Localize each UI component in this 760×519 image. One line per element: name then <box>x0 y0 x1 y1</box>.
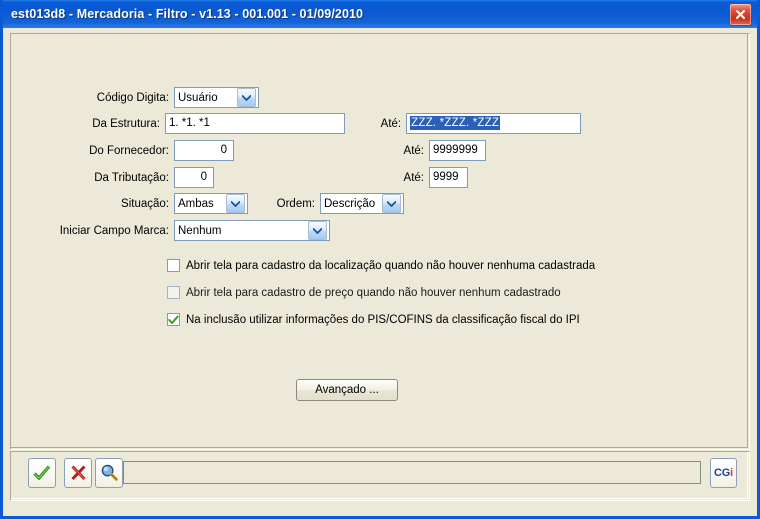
title-bar: est013d8 - Mercadoria - Filtro - v1.13 -… <box>3 0 757 28</box>
label-fornecedor-ate: Até: <box>403 144 424 157</box>
label-tributacao-ate: Até: <box>403 171 424 184</box>
status-field[interactable] <box>123 461 701 484</box>
checkbox-pis-cofins-label: Na inclusão utilizar informações do PIS/… <box>186 313 580 326</box>
label-situacao: Situação: <box>121 197 169 210</box>
chevron-down-icon <box>237 88 256 107</box>
close-button[interactable] <box>729 2 752 26</box>
select-ordem-value: Descrição <box>324 197 376 210</box>
close-icon <box>735 9 746 19</box>
label-do-fornecedor: Do Fornecedor: <box>89 144 169 157</box>
row-iniciar-campo-marca: Iniciar Campo Marca: Nenhum <box>11 220 371 241</box>
input-estrutura-ate[interactable]: ZZZ. *ZZZ. *ZZZ <box>406 113 581 134</box>
label-estrutura-ate: Até: <box>380 117 402 130</box>
bottom-toolbar: CG i <box>10 451 750 501</box>
input-estrutura-ate-selection: ZZZ. *ZZZ. *ZZZ <box>410 116 501 130</box>
checkbox-row-localizacao[interactable]: Abrir tela para cadastro da localização … <box>167 259 595 272</box>
checkbox-row-pis-cofins[interactable]: Na inclusão utilizar informações do PIS/… <box>167 313 580 326</box>
select-iniciar-campo-marca-value: Nenhum <box>178 224 222 237</box>
chevron-down-icon <box>308 221 327 240</box>
label-da-estrutura: Da Estrutura: <box>92 117 160 130</box>
checkbox-localizacao-label: Abrir tela para cadastro da localização … <box>186 259 596 272</box>
client-area: Código Digita: Usuário Da Estrutura: 1. … <box>3 28 757 516</box>
row-da-tributacao: Da Tributação: 0 Até: 9999 <box>11 167 471 188</box>
checkbox-preco-label: Abrir tela para cadastro de preço quando… <box>186 286 561 299</box>
checkbox-row-preco[interactable]: Abrir tela para cadastro de preço quando… <box>167 286 561 299</box>
chevron-down-icon <box>226 194 245 213</box>
checkbox-pis-cofins[interactable] <box>167 313 180 326</box>
cancel-button[interactable] <box>64 458 92 488</box>
row-codigo-digita: Código Digita: Usuário <box>11 87 261 108</box>
select-ordem[interactable]: Descrição <box>320 193 404 214</box>
select-situacao-value: Ambas <box>178 197 214 210</box>
row-do-fornecedor: Do Fornecedor: 0 Até: 9999999 <box>11 140 491 161</box>
confirm-button[interactable] <box>28 458 56 488</box>
search-button[interactable] <box>95 458 123 488</box>
input-fornecedor-ate[interactable]: 9999999 <box>429 140 486 161</box>
magnifier-icon <box>101 464 118 481</box>
select-codigo-digita-value: Usuário <box>178 91 218 104</box>
input-tributacao-ate[interactable]: 9999 <box>429 167 468 188</box>
input-da-tributacao[interactable]: 0 <box>174 167 214 188</box>
label-ordem: Ordem: <box>276 197 315 210</box>
select-situacao[interactable]: Ambas <box>174 193 248 214</box>
cgi-logo-button[interactable]: CG i <box>710 458 737 488</box>
check-icon <box>168 315 179 324</box>
input-do-fornecedor[interactable]: 0 <box>174 140 234 161</box>
green-check-icon <box>33 465 51 481</box>
label-codigo-digita: Código Digita: <box>96 91 169 104</box>
application-window: est013d8 - Mercadoria - Filtro - v1.13 -… <box>0 0 760 519</box>
label-iniciar-campo-marca: Iniciar Campo Marca: <box>59 224 169 237</box>
filter-group-panel: Código Digita: Usuário Da Estrutura: 1. … <box>10 33 750 450</box>
label-da-tributacao: Da Tributação: <box>94 171 169 184</box>
window-title: est013d8 - Mercadoria - Filtro - v1.13 -… <box>11 7 364 21</box>
cgi-logo-accent: i <box>730 467 733 479</box>
advanced-button[interactable]: Avançado ... <box>296 379 398 401</box>
checkbox-preco[interactable] <box>167 286 180 299</box>
input-da-estrutura[interactable]: 1. *1. *1 <box>164 113 345 134</box>
checkbox-localizacao[interactable] <box>167 259 180 272</box>
row-da-estrutura: Da Estrutura: 1. *1. *1 Até: ZZZ. *ZZZ. … <box>11 113 581 134</box>
chevron-down-icon <box>382 194 401 213</box>
red-x-icon <box>70 465 86 481</box>
select-codigo-digita[interactable]: Usuário <box>174 87 259 108</box>
row-situacao-ordem: Situação: Ambas Ordem: Descrição <box>11 193 531 214</box>
cgi-logo-text: CG <box>714 467 731 479</box>
select-iniciar-campo-marca[interactable]: Nenhum <box>174 220 330 241</box>
